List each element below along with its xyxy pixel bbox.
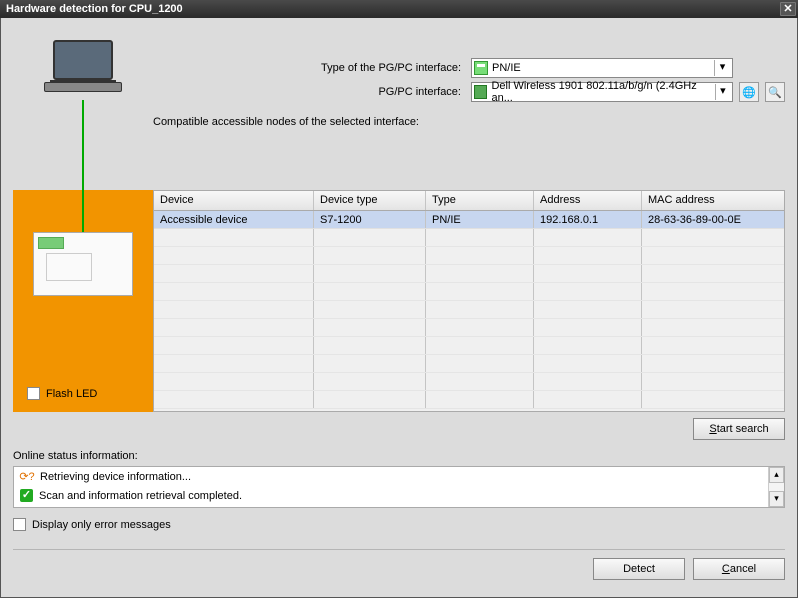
titlebar: Hardware detection for CPU_1200 ✕ [0, 0, 798, 18]
cell-device: Accessible device [154, 211, 314, 228]
search-interface-button[interactable]: 🔍 [765, 82, 785, 102]
window-title: Hardware detection for CPU_1200 [6, 3, 183, 15]
laptop-column [13, 30, 153, 190]
status-caption: Online status information: [13, 450, 785, 462]
close-icon[interactable]: ✕ [780, 2, 796, 16]
pnie-icon [474, 61, 488, 75]
cell-address: 192.168.0.1 [534, 211, 642, 228]
pgpc-type-label: Type of the PG/PC interface: [321, 62, 465, 74]
nodes-caption: Compatible accessible nodes of the selec… [153, 116, 785, 128]
chevron-down-icon: ▾ [714, 60, 730, 76]
scroll-down-icon[interactable]: ▾ [769, 491, 784, 507]
connection-line-icon [82, 190, 84, 232]
status-listbox: ⟳? Retrieving device information... ✓ Sc… [13, 466, 785, 508]
status-line: ⟳? Retrieving device information... [14, 467, 784, 486]
cell-device-type: S7-1200 [314, 211, 426, 228]
plc-icon [33, 232, 133, 296]
chevron-down-icon: ▾ [715, 84, 730, 100]
status-text: Scan and information retrieval completed… [39, 490, 242, 502]
table-header: Device Device type Type Address MAC addr… [154, 191, 784, 211]
pgpc-if-value: Dell Wireless 1901 802.11a/b/g/n (2.4GHz… [491, 80, 710, 104]
col-mac[interactable]: MAC address [642, 191, 784, 210]
table-body: Accessible device S7-1200 PN/IE 192.168.… [154, 211, 784, 411]
scrollbar[interactable]: ▴ ▾ [768, 467, 784, 507]
configure-interface-button[interactable]: 🌐 [739, 82, 759, 102]
flash-led-label: Flash LED [46, 388, 97, 400]
detect-button[interactable]: Detect [593, 558, 685, 580]
nodes-table: Device Device type Type Address MAC addr… [153, 190, 785, 412]
loading-icon: ⟳? [20, 470, 34, 484]
pgpc-interface-dropdown[interactable]: Dell Wireless 1901 802.11a/b/g/n (2.4GHz… [471, 82, 733, 102]
dialog-footer: Detect CancelCancel [13, 558, 785, 580]
dialog-client: Type of the PG/PC interface: PN/IE ▾ PG/… [0, 18, 798, 598]
middle-area: Flash LED Device Device type Type Addres… [13, 190, 785, 412]
pgpc-type-value: PN/IE [492, 62, 521, 74]
status-text: Retrieving device information... [40, 471, 191, 483]
device-panel: Flash LED [13, 190, 153, 412]
adapter-icon [474, 85, 487, 99]
col-device[interactable]: Device [154, 191, 314, 210]
top-area: Type of the PG/PC interface: PN/IE ▾ PG/… [13, 30, 785, 190]
flash-led-checkbox[interactable] [27, 387, 40, 400]
start-search-button[interactable]: SStart searchtart search [693, 418, 785, 440]
pgpc-type-dropdown[interactable]: PN/IE ▾ [471, 58, 733, 78]
spacer [739, 58, 759, 78]
scroll-up-icon[interactable]: ▴ [769, 467, 784, 483]
divider [13, 549, 785, 550]
display-errors-checkbox[interactable] [13, 518, 26, 531]
laptop-icon [43, 40, 123, 100]
col-type[interactable]: Type [426, 191, 534, 210]
pgpc-if-label: PG/PC interface: [378, 86, 465, 98]
col-address[interactable]: Address [534, 191, 642, 210]
cell-type: PN/IE [426, 211, 534, 228]
success-icon: ✓ [20, 489, 33, 502]
connection-line-icon [82, 100, 84, 190]
spacer [765, 58, 785, 78]
status-line: ✓ Scan and information retrieval complet… [14, 486, 784, 505]
interface-form: Type of the PG/PC interface: PN/IE ▾ PG/… [153, 30, 785, 190]
table-row[interactable]: Accessible device S7-1200 PN/IE 192.168.… [154, 211, 784, 229]
cell-mac: 28-63-36-89-00-0E [642, 211, 784, 228]
dialog-window: Hardware detection for CPU_1200 ✕ Type o… [0, 0, 798, 598]
display-errors-label: Display only error messages [32, 519, 171, 531]
cancel-button[interactable]: CancelCancel [693, 558, 785, 580]
col-device-type[interactable]: Device type [314, 191, 426, 210]
